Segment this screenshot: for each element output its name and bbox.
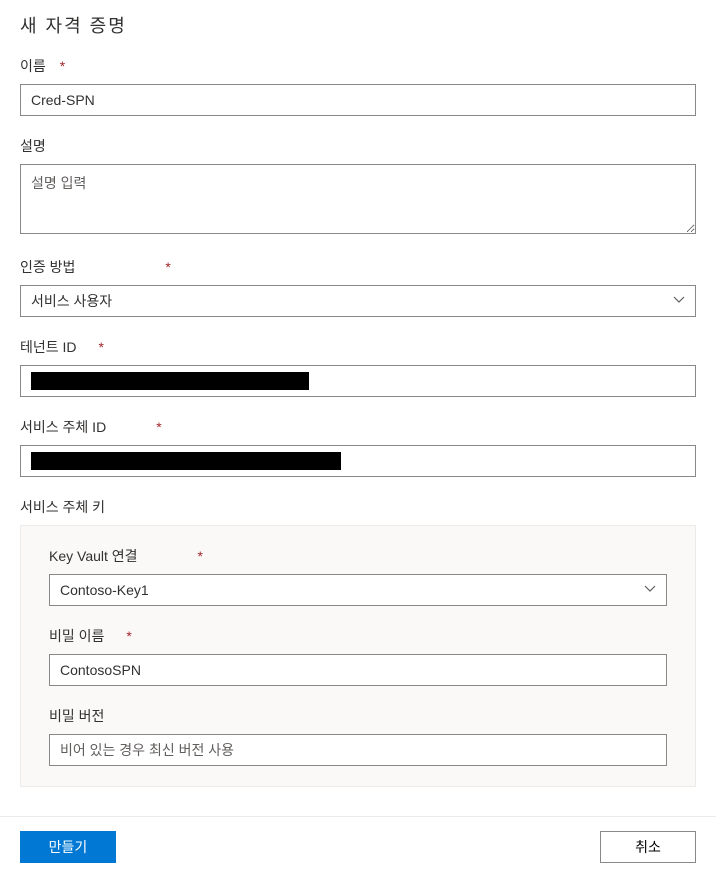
required-marker: * (99, 339, 104, 355)
auth-method-label: 인증 방법 (20, 257, 75, 277)
required-marker: * (198, 548, 203, 564)
sp-id-field-group: 서비스 주체 ID * (20, 417, 696, 477)
redacted-value (31, 372, 309, 390)
description-textarea[interactable] (20, 164, 696, 234)
secret-version-input[interactable] (49, 734, 667, 766)
required-marker: * (156, 419, 161, 435)
name-field-group: 이름 * (20, 56, 696, 116)
name-label: 이름 (20, 56, 46, 76)
kv-connection-field-group: Key Vault 연결 * Contoso-Key1 (49, 546, 667, 606)
secret-name-input[interactable] (49, 654, 667, 686)
secret-version-label: 비밀 버전 (49, 706, 104, 726)
sp-key-section-label: 서비스 주체 키 (20, 497, 105, 517)
required-marker: * (165, 259, 170, 275)
sp-id-label: 서비스 주체 ID (20, 417, 106, 437)
footer: 만들기 취소 (0, 816, 716, 877)
redacted-value (31, 452, 341, 470)
tenant-id-field-group: 테넌트 ID * (20, 337, 696, 397)
name-input[interactable] (20, 84, 696, 116)
auth-method-select[interactable]: 서비스 사용자 (20, 285, 696, 317)
kv-connection-select[interactable]: Contoso-Key1 (49, 574, 667, 606)
page-title: 새 자격 증명 (20, 12, 696, 38)
auth-method-field-group: 인증 방법 * 서비스 사용자 (20, 257, 696, 317)
sp-key-panel: Key Vault 연결 * Contoso-Key1 비밀 이름 * (20, 525, 696, 787)
description-label: 설명 (20, 136, 46, 156)
required-marker: * (60, 58, 65, 74)
secret-name-label: 비밀 이름 (49, 626, 104, 646)
secret-version-field-group: 비밀 버전 (49, 706, 667, 766)
secret-name-field-group: 비밀 이름 * (49, 626, 667, 686)
cancel-button[interactable]: 취소 (600, 831, 696, 863)
tenant-id-label: 테넌트 ID (20, 337, 77, 357)
kv-connection-label: Key Vault 연결 (49, 546, 138, 566)
create-button[interactable]: 만들기 (20, 831, 116, 863)
description-field-group: 설명 (20, 136, 696, 237)
sp-key-section-group: 서비스 주체 키 Key Vault 연결 * Contoso-Key1 (20, 497, 696, 787)
required-marker: * (126, 628, 131, 644)
sp-id-input[interactable] (20, 445, 696, 477)
tenant-id-input[interactable] (20, 365, 696, 397)
